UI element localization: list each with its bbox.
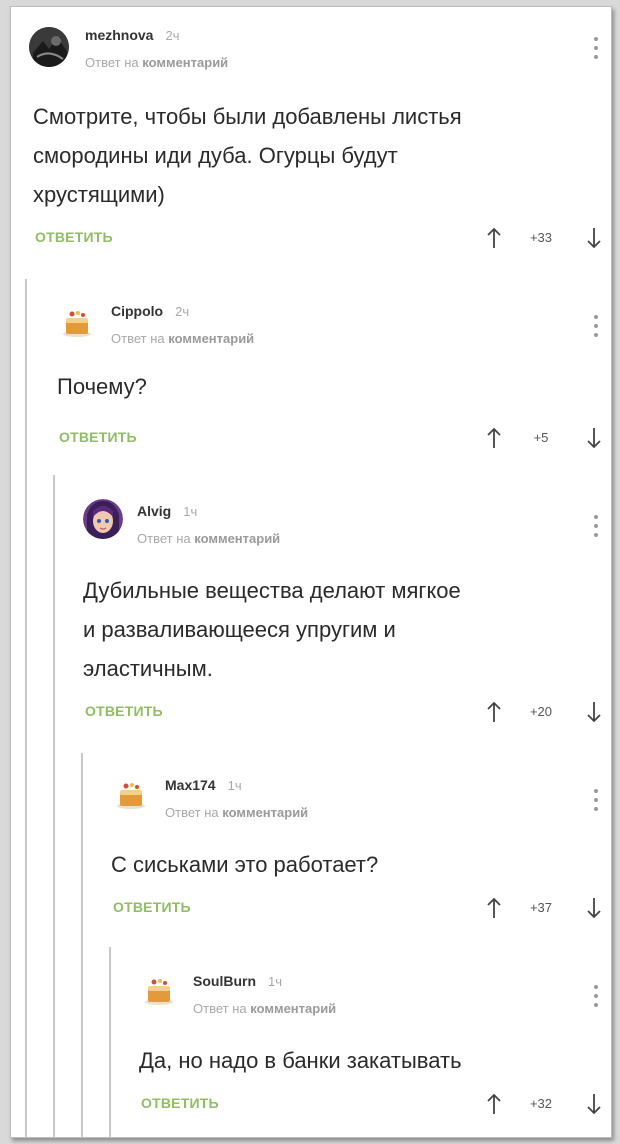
reply-to-link[interactable]: комментарий xyxy=(142,55,228,70)
comment-text: Смотрите, чтобы были добавлены листья см… xyxy=(33,104,462,207)
more-options-icon[interactable] xyxy=(593,985,599,1011)
author-name[interactable]: mezhnova 2ч xyxy=(85,27,179,43)
upvote-arrow-icon[interactable] xyxy=(487,701,501,723)
upvote-arrow-icon[interactable] xyxy=(487,897,501,919)
reply-to-link[interactable]: комментарий xyxy=(222,805,308,820)
more-options-icon[interactable] xyxy=(593,515,599,541)
reply-to-prefix: Ответ на xyxy=(111,331,165,346)
reply-button[interactable]: ОТВЕТИТЬ xyxy=(35,229,113,245)
comment: Alvig 1ч Ответ на комментарий Дубильные в… xyxy=(11,481,611,741)
comment: Cippolo 2ч Ответ на комментарий Почему? О… xyxy=(11,287,611,467)
downvote-arrow-icon[interactable] xyxy=(587,1093,601,1115)
comment: Max174 1ч Ответ на комментарий С сиськами… xyxy=(11,759,611,939)
comment-text: Почему? xyxy=(57,374,147,399)
more-options-icon[interactable] xyxy=(593,315,599,341)
author-name-text[interactable]: Cippolo xyxy=(111,303,163,319)
reply-to-prefix: Ответ на xyxy=(193,1001,247,1016)
comment-time: 2ч xyxy=(165,28,180,43)
reply-button[interactable]: ОТВЕТИТЬ xyxy=(59,429,137,445)
more-options-icon[interactable] xyxy=(593,37,599,63)
comment-score: +33 xyxy=(529,230,553,245)
author-name-text[interactable]: Max174 xyxy=(165,777,216,793)
author-name[interactable]: Max174 1ч xyxy=(165,777,242,793)
reply-to-info: Ответ на комментарий xyxy=(193,1001,336,1016)
downvote-arrow-icon[interactable] xyxy=(587,701,601,723)
comment-text: Да, но надо в банки закатывать xyxy=(139,1048,462,1073)
reply-to-link[interactable]: комментарий xyxy=(250,1001,336,1016)
comment-text: Дубильные вещества делают мягкое и разва… xyxy=(83,578,461,681)
reply-to-info: Ответ на комментарий xyxy=(111,331,254,346)
comment-score: +32 xyxy=(529,1096,553,1111)
comment-thread: mezhnova 2ч Ответ на комментарий Смотрите… xyxy=(10,6,612,1138)
reply-to-info: Ответ на комментарий xyxy=(137,531,280,546)
avatar[interactable] xyxy=(57,301,97,341)
downvote-arrow-icon[interactable] xyxy=(587,227,601,249)
comment-time: 1ч xyxy=(268,974,283,989)
avatar[interactable] xyxy=(139,969,179,1009)
comment-time: 2ч xyxy=(175,304,190,319)
downvote-arrow-icon[interactable] xyxy=(587,427,601,449)
reply-to-info: Ответ на комментарий xyxy=(165,805,308,820)
comment: mezhnova 2ч Ответ на комментарий Смотрите… xyxy=(11,7,611,267)
comment-score: +37 xyxy=(529,900,553,915)
comment-time: 1ч xyxy=(183,504,198,519)
comment-text: С сиськами это работает? xyxy=(111,852,379,877)
comment-time: 1ч xyxy=(227,778,242,793)
author-name-text[interactable]: mezhnova xyxy=(85,27,153,43)
comment-score: +5 xyxy=(533,430,549,445)
reply-to-link[interactable]: комментарий xyxy=(168,331,254,346)
reply-to-prefix: Ответ на xyxy=(85,55,139,70)
reply-to-info: Ответ на комментарий xyxy=(85,55,228,70)
upvote-arrow-icon[interactable] xyxy=(487,1093,501,1115)
reply-to-prefix: Ответ на xyxy=(137,531,191,546)
avatar[interactable] xyxy=(83,499,123,539)
comment-score: +20 xyxy=(529,704,553,719)
comment: SoulBurn 1ч Ответ на комментарий Да, но н… xyxy=(11,955,611,1135)
avatar[interactable] xyxy=(29,27,69,67)
upvote-arrow-icon[interactable] xyxy=(487,427,501,449)
avatar[interactable] xyxy=(111,773,151,813)
author-name[interactable]: SoulBurn 1ч xyxy=(193,973,282,989)
reply-button[interactable]: ОТВЕТИТЬ xyxy=(141,1095,219,1111)
reply-to-link[interactable]: комментарий xyxy=(194,531,280,546)
reply-to-prefix: Ответ на xyxy=(165,805,219,820)
author-name-text[interactable]: SoulBurn xyxy=(193,973,256,989)
author-name[interactable]: Alvig 1ч xyxy=(137,503,197,519)
author-name-text[interactable]: Alvig xyxy=(137,503,171,519)
reply-button[interactable]: ОТВЕТИТЬ xyxy=(113,899,191,915)
reply-button[interactable]: ОТВЕТИТЬ xyxy=(85,703,163,719)
author-name[interactable]: Cippolo 2ч xyxy=(111,303,189,319)
downvote-arrow-icon[interactable] xyxy=(587,897,601,919)
upvote-arrow-icon[interactable] xyxy=(487,227,501,249)
more-options-icon[interactable] xyxy=(593,789,599,815)
